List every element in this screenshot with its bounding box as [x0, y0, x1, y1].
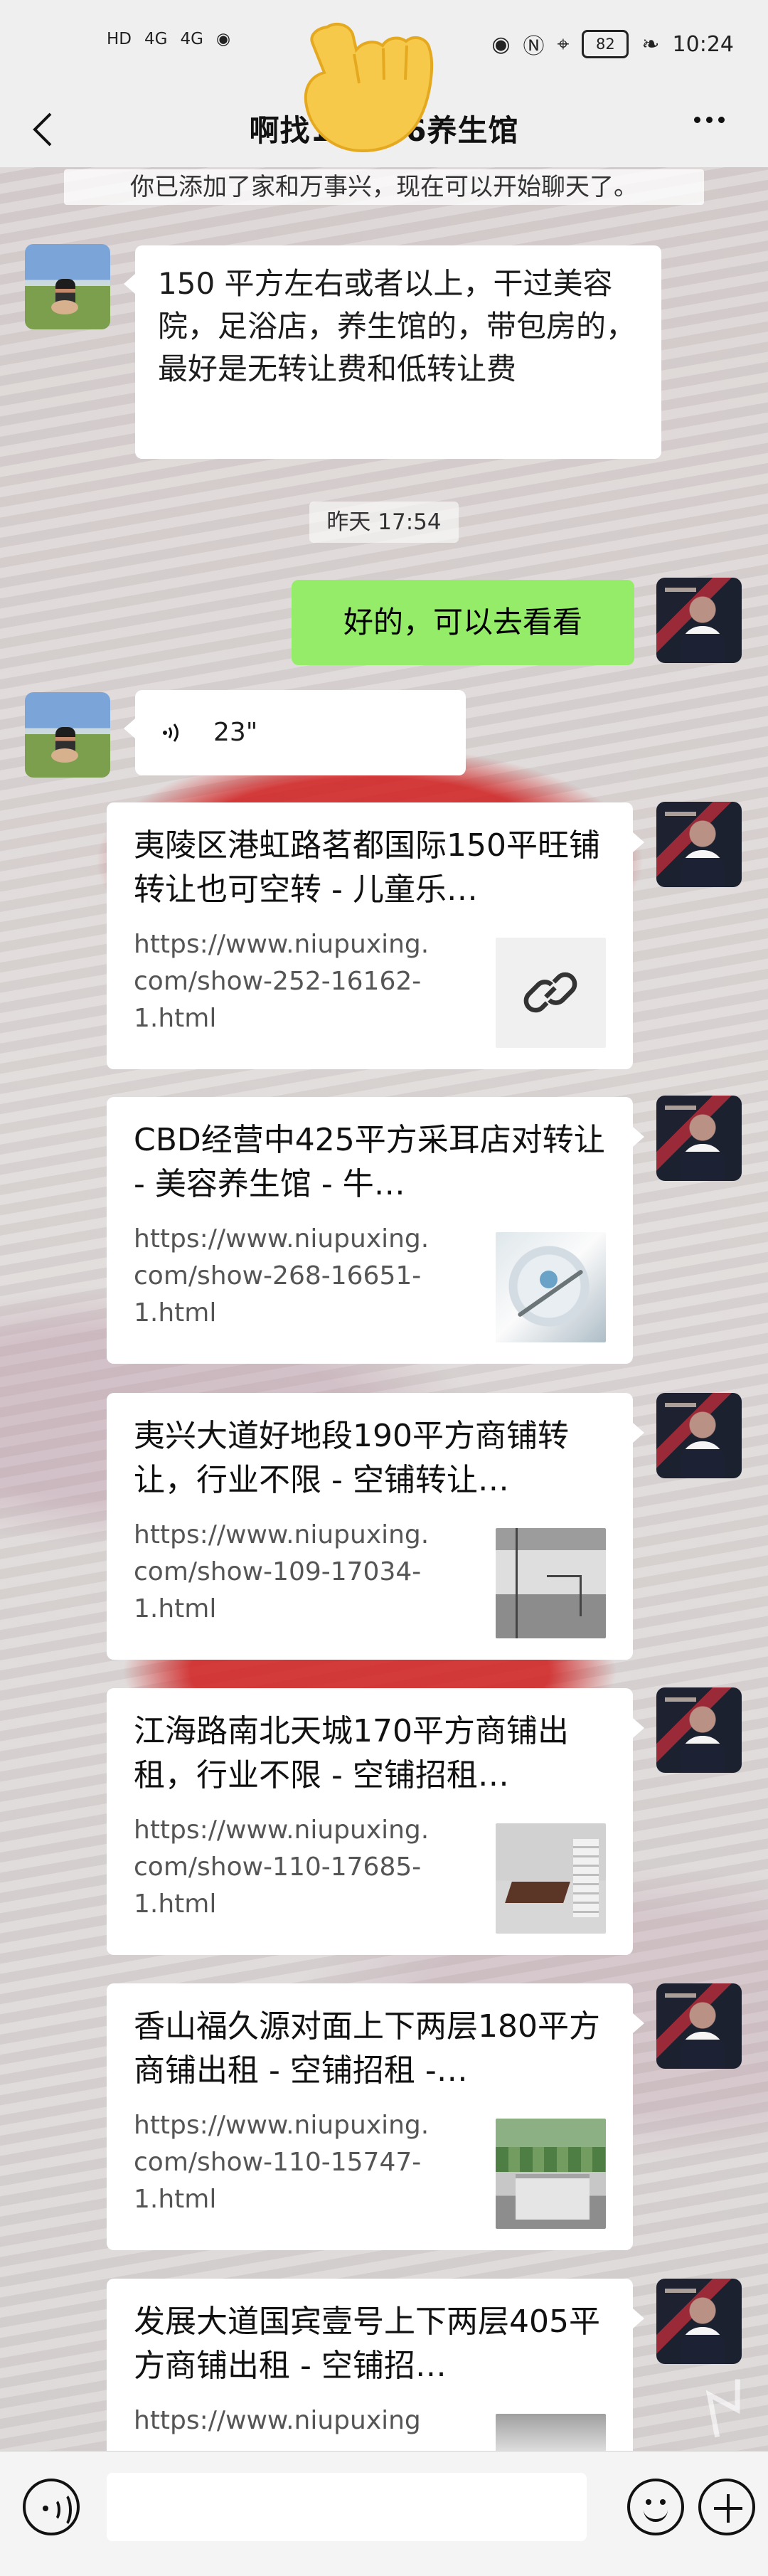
link-url: https://www.niupuxing.com/show-109-17034…	[134, 1520, 430, 1623]
clock-time: 10:24	[672, 31, 734, 57]
link-icon	[523, 972, 577, 1013]
voice-input-button[interactable]	[23, 2479, 80, 2535]
more-actions-button[interactable]	[698, 2479, 755, 2535]
link-url: https://www.niupuxing.com/show-268-16651…	[134, 1224, 430, 1327]
incoming-text-message[interactable]: 150 平方左右或者以上，干过美容院，足浴店，养生馆的，带包房的，最好是无转让费…	[124, 245, 661, 459]
link-title: 夷陵区港虹路茗都国际150平旺铺转让也可空转 - 儿童乐…	[134, 827, 600, 908]
link-url: https://www.niupuxing.com/show-252-16162…	[134, 930, 430, 1033]
voice-dot	[43, 2506, 48, 2511]
system-notice: 你已添加了家和万事兴，现在可以开始聊天了。	[64, 169, 704, 205]
link-card[interactable]: 发展大道国宾壹号上下两层405平方商铺出租 - 空铺招… https://www…	[107, 2279, 644, 2467]
link-thumbnail	[496, 1528, 606, 1638]
voice-message[interactable]: 23"	[124, 690, 466, 775]
contact-avatar[interactable]	[25, 244, 110, 329]
link-url: https://www.niupuxing.com/show-110-17685…	[134, 1816, 430, 1919]
link-card[interactable]: CBD经营中425平方采耳店对转让 - 美容养生馆 - 牛… https://w…	[107, 1097, 644, 1364]
signal-4g-2: 4G	[180, 30, 203, 48]
location-icon: ◉	[215, 30, 231, 48]
my-avatar[interactable]	[656, 802, 742, 887]
link-title: 夷兴大道好地段190平方商铺转让，行业不限 - 空铺转让…	[134, 1418, 569, 1498]
timestamp: 昨天 17:54	[309, 502, 459, 543]
contact-avatar[interactable]	[25, 692, 110, 778]
outgoing-text-message[interactable]: 好的，可以去看看	[292, 580, 634, 665]
link-title: CBD经营中425平方采耳店对转让 - 美容养生馆 - 牛…	[134, 1122, 605, 1202]
link-card[interactable]: 夷陵区港虹路茗都国际150平旺铺转让也可空转 - 儿童乐… https://ww…	[107, 802, 644, 1069]
link-url: https://www.niupuxing.com/show-110-15747…	[134, 2111, 430, 2214]
my-avatar[interactable]	[656, 1393, 742, 1478]
link-card[interactable]: 江海路南北天城170平方商铺出租，行业不限 - 空铺招租… https://ww…	[107, 1688, 644, 1955]
my-avatar[interactable]	[656, 1096, 742, 1181]
more-options-button[interactable]	[691, 117, 734, 145]
link-thumbnail	[496, 1232, 606, 1342]
voice-icon	[163, 723, 178, 742]
my-avatar[interactable]	[656, 2279, 742, 2364]
voice-duration: 23"	[213, 718, 258, 747]
signal-4g-1: 4G	[144, 30, 168, 48]
nfc-icon: Ⓝ	[523, 34, 545, 59]
more-dot-3	[718, 117, 725, 123]
link-card[interactable]: 夷兴大道好地段190平方商铺转让，行业不限 - 空铺转让… https://ww…	[107, 1393, 644, 1660]
link-thumbnail	[496, 938, 606, 1048]
more-dot-2	[706, 117, 713, 123]
link-card[interactable]: 香山福久源对面上下两层180平方商铺出租 - 空铺招租 -… https://w…	[107, 1983, 644, 2250]
link-title: 香山福久源对面上下两层180平方商铺出租 - 空铺招租 -…	[134, 2008, 600, 2089]
status-left: HD 4G 4G ◉	[107, 30, 230, 48]
my-avatar[interactable]	[656, 1687, 742, 1773]
message-input-bar	[0, 2451, 768, 2576]
status-right: ◉ Ⓝ ⌖ 82 ❧ 10:24	[491, 28, 734, 60]
my-avatar[interactable]	[656, 578, 742, 663]
emoji-button[interactable]	[627, 2479, 684, 2535]
link-thumbnail	[496, 1823, 606, 1934]
message-input[interactable]	[107, 2473, 587, 2541]
hand-emoji-icon	[304, 22, 434, 153]
hand-emoji-sticker	[284, 0, 448, 164]
hd-indicator: HD	[107, 30, 132, 48]
more-dot-1	[694, 117, 700, 123]
emoji-mouth	[644, 2506, 668, 2522]
eye-icon: ◉	[491, 31, 511, 57]
leaf-icon: ❧	[641, 31, 660, 57]
battery-indicator: 82	[582, 30, 629, 58]
link-title: 发展大道国宾壹号上下两层405平方商铺出租 - 空铺招…	[134, 2304, 600, 2384]
link-title: 江海路南北天城170平方商铺出租，行业不限 - 空铺招租…	[134, 1713, 569, 1793]
voice-wave-large	[54, 2492, 72, 2528]
my-avatar[interactable]	[656, 1983, 742, 2069]
location-pin-icon: ⌖	[557, 31, 570, 57]
link-thumbnail	[496, 2119, 606, 2229]
